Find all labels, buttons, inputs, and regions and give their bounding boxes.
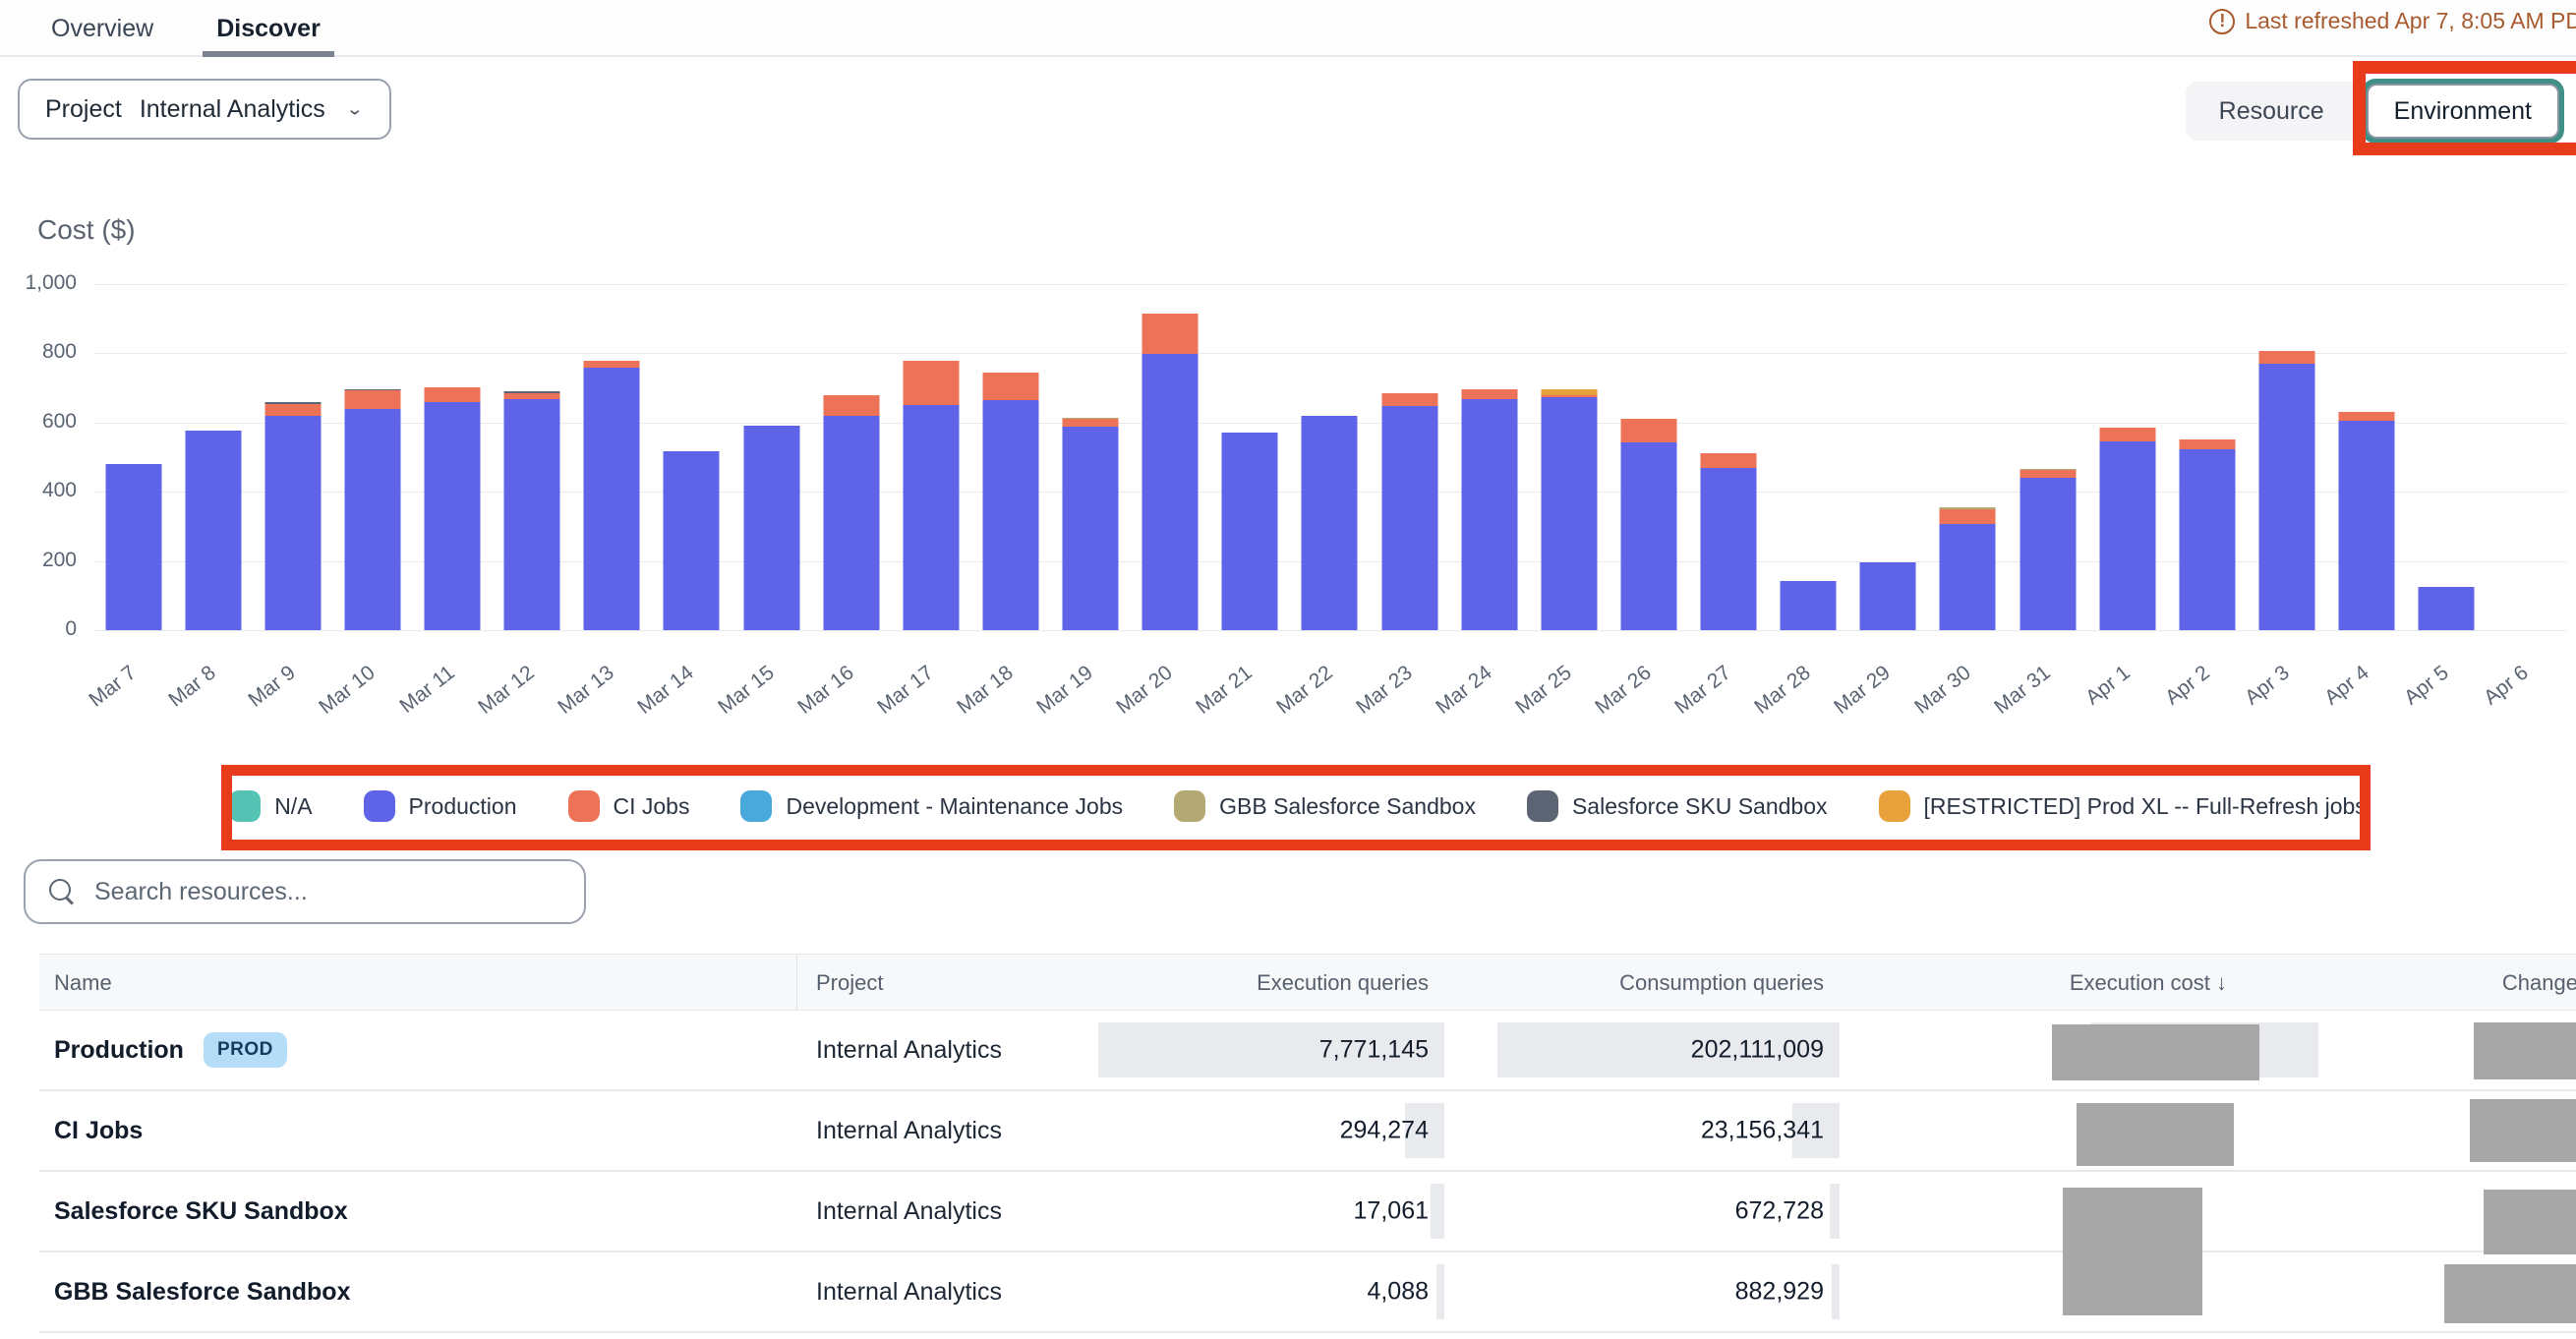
- value-text: 202,111,009: [1691, 1036, 1824, 1065]
- column-header-name[interactable]: Name: [54, 955, 112, 1012]
- annotation-box-legend: [221, 765, 2371, 850]
- project-cell: Internal Analytics: [816, 1011, 1002, 1089]
- execution-queries-cell: 294,274: [1016, 1091, 1429, 1170]
- project-cell: Internal Analytics: [816, 1252, 1002, 1331]
- column-header-project[interactable]: Project: [816, 955, 883, 1012]
- column-header-consumption-queries[interactable]: Consumption queries: [1470, 955, 1824, 1012]
- redacted-value: [2063, 1188, 2202, 1315]
- project-cell: Internal Analytics: [816, 1172, 1002, 1251]
- redacted-value: [2470, 1099, 2576, 1162]
- column-header-execution-queries[interactable]: Execution queries: [1075, 955, 1429, 1012]
- value-text: 672,728: [1735, 1197, 1824, 1226]
- consumption-queries-cell: 882,929: [1411, 1252, 1824, 1331]
- resource-name: Salesforce SKU Sandbox: [54, 1172, 348, 1251]
- redacted-value: [2484, 1190, 2576, 1254]
- redacted-value: [2474, 1022, 2576, 1079]
- consumption-queries-cell: 23,156,341: [1411, 1091, 1824, 1170]
- execution-queries-cell: 4,088: [1016, 1252, 1429, 1331]
- table-header-row: Name Project Execution queries Consumption …: [39, 954, 2576, 1011]
- value-text: 23,156,341: [1701, 1117, 1824, 1145]
- annotation-box-environment: [2353, 61, 2576, 155]
- redacted-value: [2052, 1024, 2259, 1080]
- redacted-value: [2444, 1264, 2576, 1323]
- value-text: 882,929: [1735, 1278, 1824, 1307]
- value-heat-bar: [1832, 1264, 1840, 1319]
- cost-dashboard: OverviewDiscover ! Last refreshed Apr 7,…: [0, 0, 2576, 1339]
- execution-queries-cell: 7,771,145: [1016, 1011, 1429, 1089]
- project-cell: Internal Analytics: [816, 1091, 1002, 1170]
- value-heat-bar: [1830, 1184, 1840, 1239]
- prod-badge: PROD: [204, 1032, 287, 1068]
- consumption-queries-cell: 672,728: [1411, 1172, 1824, 1251]
- consumption-queries-cell: 202,111,009: [1411, 1011, 1824, 1089]
- resource-name: GBB Salesforce Sandbox: [54, 1252, 350, 1331]
- resource-name: CI Jobs: [54, 1091, 143, 1170]
- resources-table: Name Project Execution queries Consumption …: [0, 0, 2576, 1339]
- redacted-value: [2077, 1103, 2234, 1166]
- execution-queries-cell: 17,061: [1016, 1172, 1429, 1251]
- column-header-execution-cost[interactable]: Execution cost ↓: [1873, 955, 2227, 1012]
- column-header-change[interactable]: Change: [2224, 955, 2576, 1012]
- resource-name: ProductionPROD: [54, 1011, 287, 1089]
